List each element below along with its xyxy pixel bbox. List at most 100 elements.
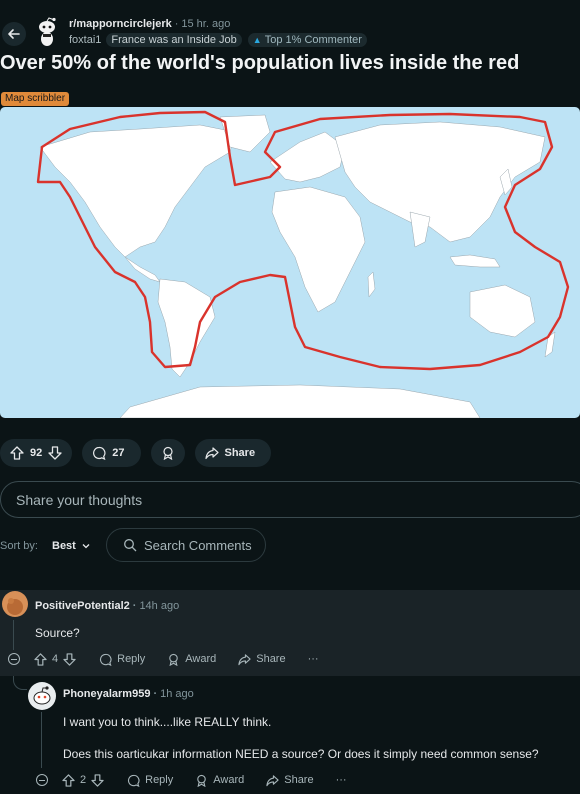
top-commenter-badge: ▲ Top 1% Commenter (247, 33, 367, 47)
badge-icon: ▲ (252, 35, 262, 45)
separator-dot: · (174, 18, 179, 30)
badge-label: Top 1% Commenter (264, 34, 362, 46)
vote-pill: 92 (0, 439, 73, 467)
search-comments-input[interactable]: Search Comments (106, 528, 266, 562)
comment-input[interactable]: Share your thoughts (0, 481, 580, 518)
user-flair: France was an Inside Job (106, 33, 242, 47)
upvote-icon[interactable] (10, 446, 24, 460)
post-header: r/mapporncirclejerk · 15 hr. ago foxtai1 F… (0, 0, 580, 50)
post-title: Over 50% of the world's population lives… (0, 52, 520, 74)
sort-label: Sort by: (0, 540, 38, 552)
comment-actions: 2 Reply Award Share ··· (36, 772, 369, 788)
vote-count: 2 (80, 774, 87, 786)
thread-line[interactable] (41, 712, 42, 768)
post-actions: 92 27 Share (0, 439, 272, 467)
comment-body: Source? (35, 626, 80, 640)
comment-count: 27 (112, 447, 125, 459)
africa-land (271, 186, 366, 313)
north-america-land (39, 124, 236, 258)
subreddit-avatar[interactable] (34, 17, 60, 47)
madagascar-land (367, 271, 376, 298)
separator-dot: · (132, 600, 137, 612)
upvote-icon[interactable] (62, 773, 75, 787)
post-image-map[interactable] (0, 107, 580, 418)
share-icon (204, 447, 219, 460)
downvote-icon[interactable] (48, 446, 62, 460)
post-meta: r/mapporncirclejerk · 15 hr. ago (69, 18, 230, 30)
comment-icon (93, 446, 106, 460)
award-icon (162, 446, 173, 460)
india-land (409, 211, 431, 248)
award-icon (197, 774, 207, 787)
award-button[interactable]: Award (167, 653, 216, 666)
comment-author[interactable]: PositivePotential2 (35, 600, 130, 612)
downvote-icon[interactable] (91, 773, 104, 787)
comment-time: 1h ago (160, 688, 194, 700)
back-button[interactable] (2, 22, 26, 46)
comments-button[interactable]: 27 (82, 439, 141, 467)
award-button[interactable] (150, 439, 185, 467)
south-america-land (157, 278, 216, 378)
thread-connector (13, 676, 27, 690)
vote-group: 2 (62, 773, 109, 787)
award-button[interactable]: Award (195, 774, 244, 787)
separator-dot: · (153, 688, 158, 700)
comment-icon (128, 774, 140, 787)
thread-line[interactable] (13, 620, 14, 650)
award-label: Award (185, 653, 217, 665)
comment-body-line: Does this oarticukar information NEED a … (63, 747, 539, 761)
search-icon (124, 539, 137, 552)
central-america-land (124, 256, 161, 283)
comment-time: 14h ago (139, 600, 180, 612)
collapse-icon[interactable] (36, 774, 48, 786)
sort-dropdown[interactable]: Best (52, 540, 91, 552)
downvote-icon[interactable] (63, 652, 76, 666)
share-button[interactable]: Share (194, 439, 272, 467)
share-icon (266, 774, 279, 786)
snoo-avatar-icon (33, 686, 51, 705)
avatar[interactable] (28, 682, 56, 710)
share-button[interactable]: Share (238, 653, 286, 666)
upvote-icon[interactable] (34, 652, 47, 666)
reply-label: Reply (145, 774, 174, 786)
post-time: 15 hr. ago (181, 18, 231, 30)
comment-actions: 4 Reply Award Share ··· (8, 651, 341, 667)
share-label: Share (284, 774, 314, 786)
comment-body-line: I want you to think....like REALLY think… (63, 715, 272, 729)
reply-label: Reply (117, 653, 146, 665)
more-options-button[interactable]: ··· (336, 774, 347, 786)
sort-bar: Sort by: Best Search Comments (0, 528, 580, 562)
vote-count: 4 (52, 653, 59, 665)
antarctica-land (119, 384, 481, 418)
award-label: Award (213, 774, 245, 786)
post-flair[interactable]: Map scribbler (1, 92, 70, 106)
comment-icon (100, 653, 112, 666)
award-icon (169, 653, 179, 666)
sort-value: Best (52, 540, 76, 552)
share-label: Share (256, 653, 286, 665)
arrow-left-icon (8, 29, 20, 39)
reply-button[interactable]: Reply (99, 653, 145, 666)
comment-author-row: Phoneyalarm959 · 1h ago (63, 688, 194, 700)
share-button[interactable]: Share (266, 774, 314, 787)
subreddit-name[interactable]: r/mapporncirclejerk (69, 18, 172, 30)
chevron-down-icon (82, 544, 90, 549)
comment-author-row: PositivePotential2 · 14h ago (35, 600, 179, 612)
collapse-icon[interactable] (8, 653, 20, 665)
avatar[interactable] (2, 591, 28, 617)
user-avatar-icon (7, 598, 23, 615)
share-label: Share (224, 447, 256, 459)
snoo-icon (39, 17, 56, 46)
comment-author[interactable]: Phoneyalarm959 (63, 688, 150, 700)
share-icon (238, 653, 251, 665)
asia-land (334, 121, 546, 243)
more-options-button[interactable]: ··· (308, 653, 319, 665)
author-row: foxtai1 France was an Inside Job ▲ Top 1%… (69, 33, 367, 47)
world-map-image (36, 110, 570, 418)
reply-button[interactable]: Reply (127, 774, 173, 787)
australia-land (469, 284, 536, 338)
vote-group: 4 (34, 652, 81, 666)
europe-land (269, 131, 346, 183)
upvote-count: 92 (30, 447, 43, 459)
author-name[interactable]: foxtai1 (69, 34, 101, 46)
